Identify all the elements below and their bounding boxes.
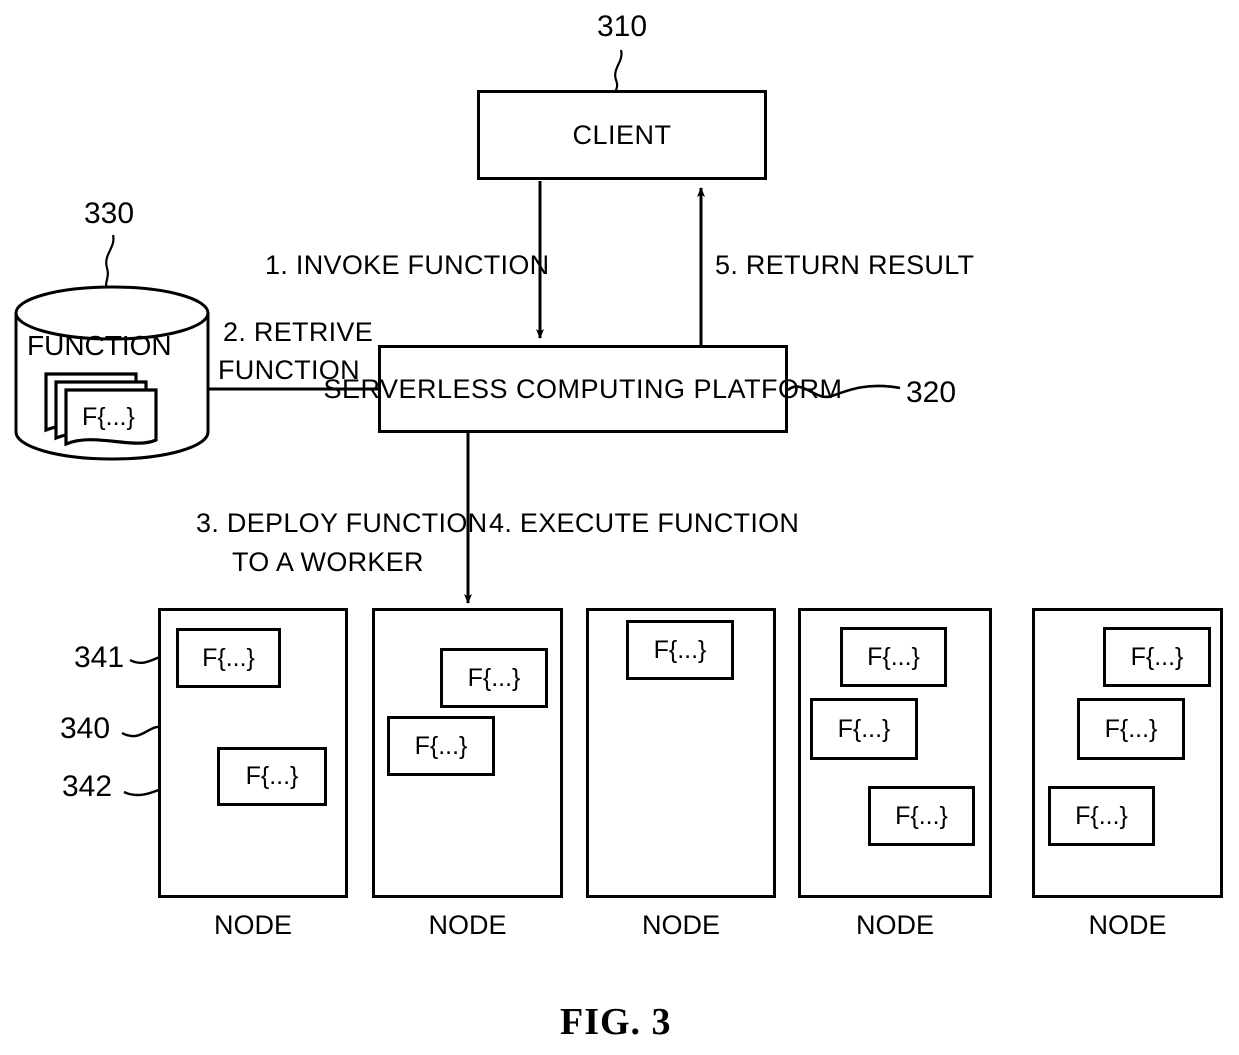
figure-caption: FIG. 3 (560, 1001, 672, 1043)
serverless-computing-platform-label: SERVERLESS COMPUTING PLATFORM (323, 373, 843, 404)
node-label-3: NODE (641, 910, 720, 940)
function-label: F{...} (202, 643, 255, 672)
node-4-function-3[interactable]: F{...} (868, 786, 975, 846)
leader-340 (121, 725, 164, 738)
function-label: F{...} (467, 663, 521, 692)
flow-label-invoke-function: 1. INVOKE FUNCTION (265, 250, 550, 280)
node-label-4: NODE (855, 910, 934, 940)
node-3-function-1[interactable]: F{...} (626, 620, 734, 680)
function-label: F{...} (653, 635, 707, 664)
reference-numeral-310: 310 (597, 10, 648, 43)
client-label: CLIENT (572, 119, 672, 150)
function-label: F{...} (1104, 714, 1158, 743)
node-5-function-1[interactable]: F{...} (1103, 627, 1211, 687)
function-store-label: FUNCTION (27, 330, 172, 361)
client-box[interactable]: CLIENT (477, 90, 767, 180)
function-label: F{...} (1075, 801, 1128, 830)
flow-label-return-result: 5. RETURN RESULT (715, 250, 975, 280)
function-label: F{...} (867, 642, 920, 671)
function-label: F{...} (895, 801, 948, 830)
node-4-function-1[interactable]: F{...} (840, 627, 947, 687)
node-1-function-1[interactable]: F{...} (176, 628, 281, 688)
node-1-function-2[interactable]: F{...} (217, 747, 327, 806)
node-label-5: NODE (1088, 910, 1167, 940)
serverless-computing-platform-box[interactable]: SERVERLESS COMPUTING PLATFORM (323, 345, 842, 433)
node-label-1: NODE (213, 910, 292, 940)
node-2-function-1[interactable]: F{...} (440, 648, 548, 708)
reference-numeral-320: 320 (906, 376, 957, 409)
function-card-label: F{...} (82, 403, 135, 431)
node-5-function-2[interactable]: F{...} (1077, 698, 1185, 760)
node-2-function-2[interactable]: F{...} (387, 716, 495, 776)
reference-numeral-342: 342 (62, 770, 113, 803)
flow-label-retrive-function-line2: FUNCTION (218, 355, 360, 385)
reference-numeral-330: 330 (84, 197, 135, 230)
function-label: F{...} (414, 731, 468, 760)
flow-label-deploy-function-line1: 3. DEPLOY FUNCTION (196, 508, 488, 538)
function-card-stack: F{...} (34, 368, 179, 446)
reference-numeral-341: 341 (74, 641, 125, 674)
function-label: F{...} (1130, 642, 1184, 671)
function-label: F{...} (245, 762, 299, 790)
flow-label-deploy-function-line2: TO A WORKER (232, 547, 424, 577)
patent-figure-3: CLIENT 310 330 FUNCTION F{...} SERVERLES… (0, 0, 1239, 1055)
node-label-2: NODE (428, 910, 507, 940)
flow-label-retrive-function-line1: 2. RETRIVE (223, 317, 374, 347)
reference-numeral-340: 340 (60, 712, 111, 745)
flow-label-execute-function: 4. EXECUTE FUNCTION (489, 508, 800, 538)
node-4-function-2[interactable]: F{...} (810, 698, 918, 760)
function-label: F{...} (837, 714, 891, 743)
node-5-function-3[interactable]: F{...} (1048, 786, 1155, 846)
